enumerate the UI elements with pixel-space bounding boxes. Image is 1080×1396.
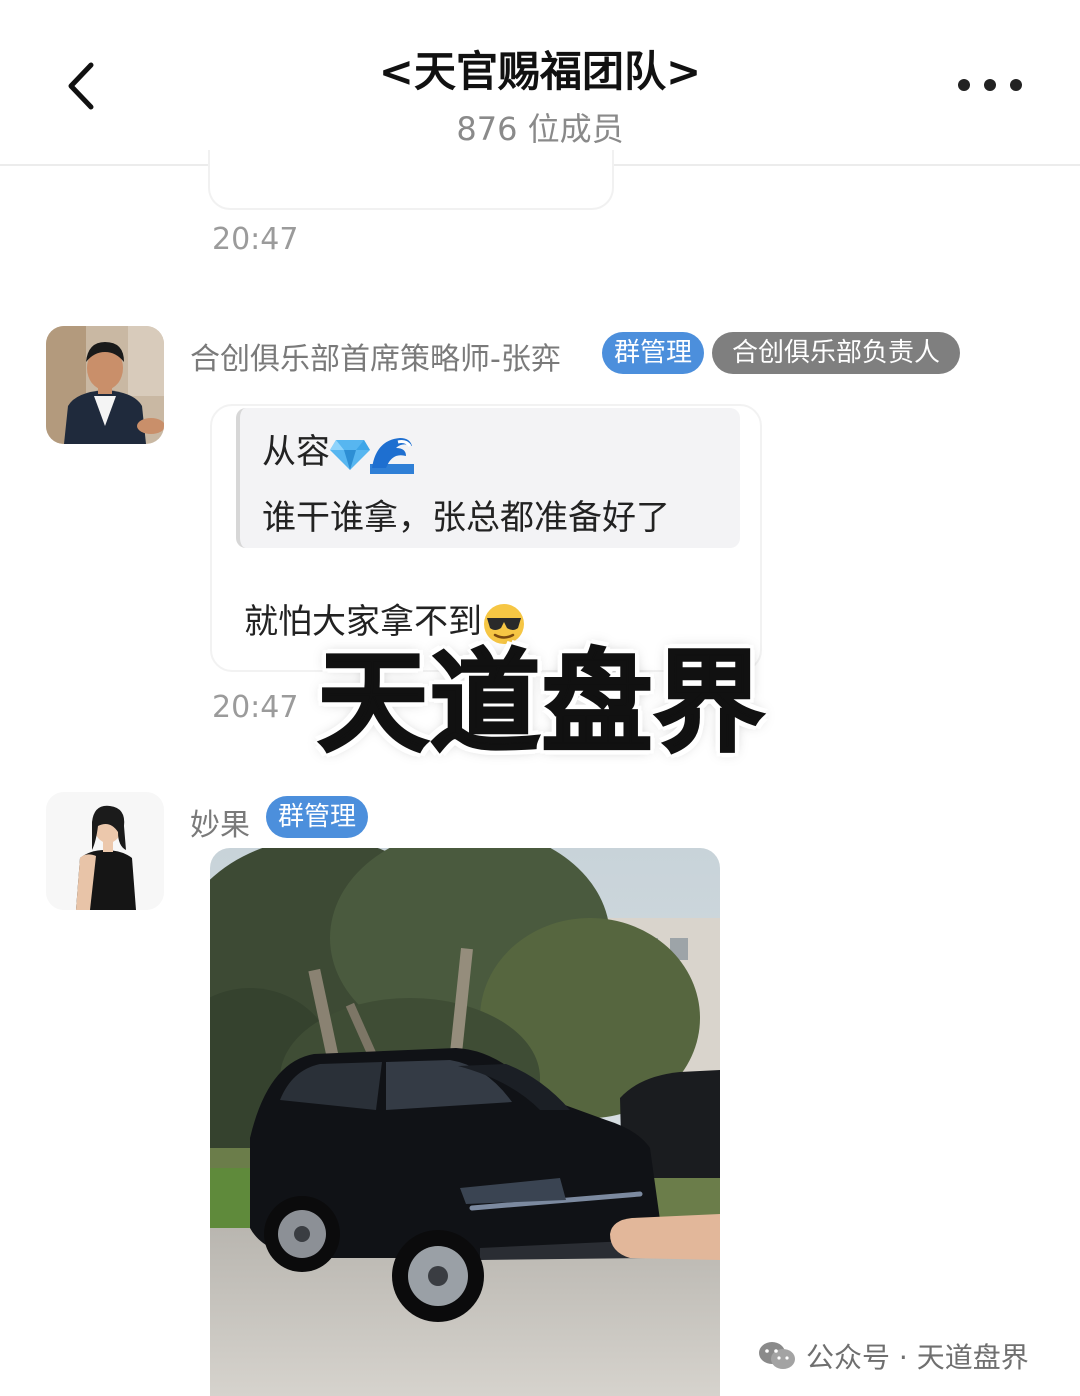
role-badge: 合创俱乐部负责人 [712,332,960,374]
man-avatar-icon [46,326,164,444]
message-text-content: 就怕大家拿不到 [244,602,482,642]
wechat-icon [759,1342,795,1369]
sender-name[interactable]: 合创俱乐部首席策略师-张弈 [190,334,561,378]
dot-icon [958,79,970,91]
diamond-icon [330,439,370,470]
member-count: 876 位成员 [456,110,624,148]
quote-text: 谁干谁拿，张总都准备好了 [262,498,670,538]
avatar[interactable] [46,326,164,444]
woman-avatar-icon [46,792,164,910]
admin-badge: 群管理 [602,332,704,374]
dot-icon [1010,79,1022,91]
previous-message-bubble [208,150,614,210]
overlay-watermark: 天道盘界 [317,638,766,769]
admin-badge: 群管理 [266,796,368,838]
quote-author-name: 从容 [262,432,330,472]
footer-text: 公众号 · 天道盘界 [806,1341,1029,1374]
message-timestamp: 20:47 [212,690,299,725]
message-timestamp: 20:47 [212,222,299,257]
avatar[interactable] [46,792,164,910]
wave-icon [370,437,414,474]
more-options-button[interactable] [958,70,1022,100]
dot-icon [984,79,996,91]
footer-watermark: 公众号 · 天道盘界 [758,1336,1029,1376]
chat-header: <天官赐福团队> 876 位成员 [0,0,1080,166]
car-photo-icon [210,848,720,1396]
group-title: <天官赐福团队> [378,47,702,96]
image-message[interactable] [210,848,720,1396]
sender-name[interactable]: 妙果 [190,800,250,844]
quote-author: 从容 [262,424,414,474]
